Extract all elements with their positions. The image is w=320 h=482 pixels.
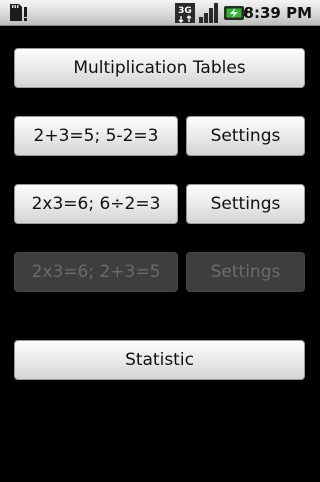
svg-text:3G: 3G xyxy=(178,6,192,16)
mul-div-exercise-label: 2x3=6; 6÷2=3 xyxy=(31,194,161,214)
add-sub-settings-button[interactable]: Settings xyxy=(186,116,305,156)
mul-div-settings-label: Settings xyxy=(210,194,281,214)
signal-strength-icon xyxy=(198,3,220,27)
mul-add-exercise-label: 2x3=6; 2+3=5 xyxy=(31,262,161,282)
status-bar: 3G 8:39 PM xyxy=(0,0,320,26)
statistic-button[interactable]: Statistic xyxy=(14,340,305,380)
add-sub-settings-label: Settings xyxy=(210,126,281,146)
3g-data-icon: 3G xyxy=(175,3,195,27)
mul-div-exercise-button[interactable]: 2x3=6; 6÷2=3 xyxy=(14,184,178,224)
add-sub-exercise-label: 2+3=5; 5-2=3 xyxy=(33,126,159,146)
mul-add-settings-label: Settings xyxy=(210,262,281,282)
statistic-label: Statistic xyxy=(125,350,194,370)
mul-add-exercise-button: 2x3=6; 2+3=5 xyxy=(14,252,178,292)
add-sub-exercise-button[interactable]: 2+3=5; 5-2=3 xyxy=(14,116,178,156)
mul-add-settings-button: Settings xyxy=(186,252,305,292)
sd-card-warning-icon xyxy=(8,3,28,26)
mul-div-settings-button[interactable]: Settings xyxy=(186,184,305,224)
multiplication-tables-button[interactable]: Multiplication Tables xyxy=(14,48,305,88)
multiplication-tables-label: Multiplication Tables xyxy=(73,58,246,78)
status-time: 8:39 PM xyxy=(243,4,312,22)
